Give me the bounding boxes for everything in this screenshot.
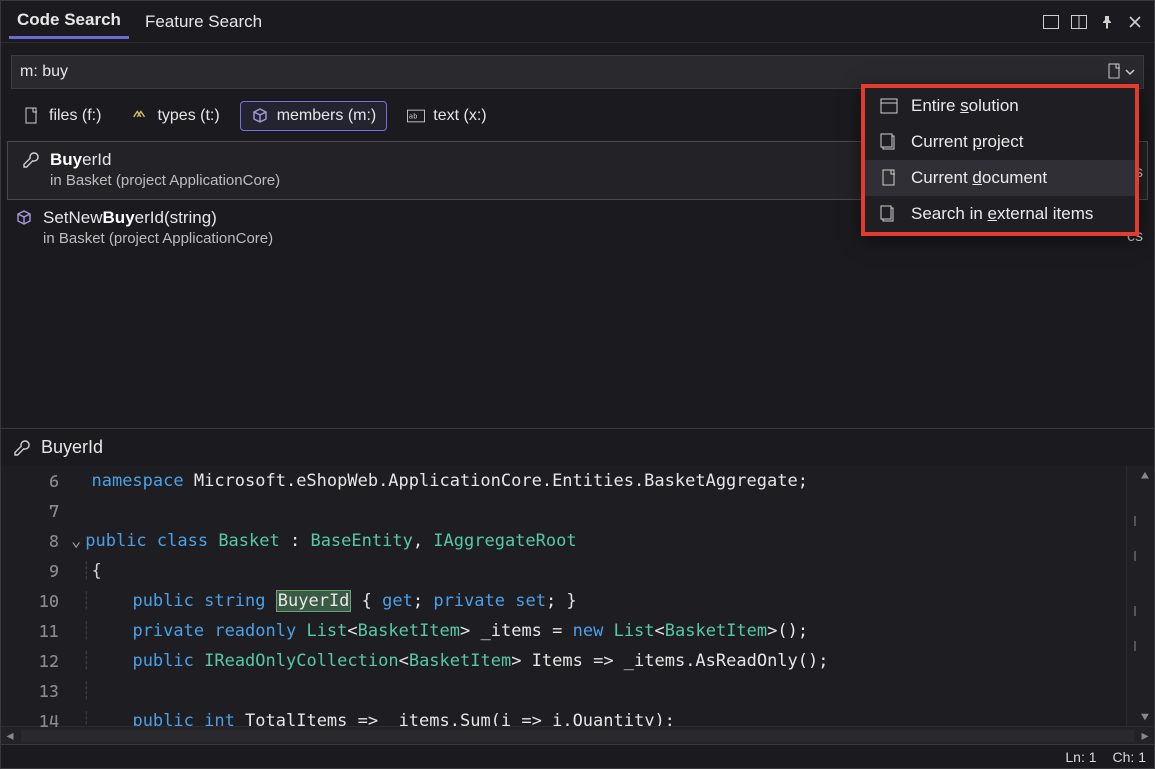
- chevron-down-icon: [1125, 67, 1135, 77]
- tab-feature-search[interactable]: Feature Search: [137, 6, 270, 38]
- file-icon: [23, 107, 41, 125]
- text-icon: ab: [407, 107, 425, 125]
- solution-icon: [879, 96, 899, 116]
- tabs-row: Code Search Feature Search: [1, 1, 1154, 43]
- filter-label: files (f:): [49, 107, 101, 125]
- cube-icon: [15, 209, 33, 227]
- scope-dropdown-button[interactable]: [1107, 63, 1135, 81]
- cube-icon: [251, 107, 269, 125]
- code-search-window: Code Search Feature Search: [0, 0, 1155, 769]
- filter-text[interactable]: ab text (x:): [397, 102, 496, 130]
- scope-current-document[interactable]: Current document: [865, 160, 1135, 196]
- filter-members[interactable]: members (m:): [240, 101, 388, 131]
- document-icon: [879, 168, 899, 188]
- status-column: Ch: 1: [1113, 749, 1146, 765]
- empty-area: [1, 257, 1154, 428]
- wrench-icon: [13, 439, 31, 457]
- scroll-right-icon[interactable]: ▸: [1136, 727, 1154, 745]
- vertical-scrollbar[interactable]: ▴ ▾: [1136, 466, 1154, 726]
- scope-external-items[interactable]: Search in external items: [865, 196, 1135, 232]
- tab-code-search[interactable]: Code Search: [9, 4, 129, 39]
- filter-files[interactable]: files (f:): [13, 102, 111, 130]
- preview-title: BuyerId: [41, 437, 103, 458]
- filter-label: text (x:): [433, 107, 486, 125]
- filter-types[interactable]: types (t:): [121, 102, 229, 130]
- scope-label: Entire solution: [911, 96, 1019, 116]
- close-icon[interactable]: [1124, 11, 1146, 33]
- wrench-icon: [22, 151, 40, 169]
- code-content[interactable]: namespace Microsoft.eShopWeb.Application…: [71, 466, 1126, 726]
- scope-label: Current project: [911, 132, 1023, 152]
- gutter: 6 7 8 9 10 11 12 13 14: [1, 466, 71, 726]
- scope-label: Current document: [911, 168, 1047, 188]
- code-editor[interactable]: 6 7 8 9 10 11 12 13 14 namespace Microso…: [1, 466, 1154, 726]
- search-input[interactable]: [20, 63, 1107, 81]
- pin-icon[interactable]: [1096, 11, 1118, 33]
- filter-label: members (m:): [277, 107, 377, 125]
- status-line: Ln: 1: [1065, 749, 1096, 765]
- scroll-up-icon[interactable]: ▴: [1136, 466, 1154, 484]
- scope-entire-solution[interactable]: Entire solution: [865, 88, 1135, 124]
- dock-split-icon[interactable]: [1068, 11, 1090, 33]
- project-icon: [879, 132, 899, 152]
- result-title-text: SetNewBuyerId(string): [43, 208, 217, 228]
- dock-left-icon[interactable]: [1040, 11, 1062, 33]
- preview-header: BuyerId: [1, 428, 1154, 466]
- horizontal-scrollbar[interactable]: ◂ ▸: [1, 726, 1154, 744]
- svg-text:ab: ab: [409, 112, 418, 121]
- external-icon: [879, 204, 899, 224]
- scope-current-project[interactable]: Current project: [865, 124, 1135, 160]
- types-icon: [131, 107, 149, 125]
- scope-menu: Entire solution Current project Current …: [861, 84, 1139, 236]
- status-bar: Ln: 1 Ch: 1: [1, 744, 1154, 768]
- scope-label: Search in external items: [911, 204, 1093, 224]
- scroll-down-icon[interactable]: ▾: [1136, 708, 1154, 726]
- filter-label: types (t:): [157, 107, 219, 125]
- result-title-text: BuyerId: [50, 150, 111, 170]
